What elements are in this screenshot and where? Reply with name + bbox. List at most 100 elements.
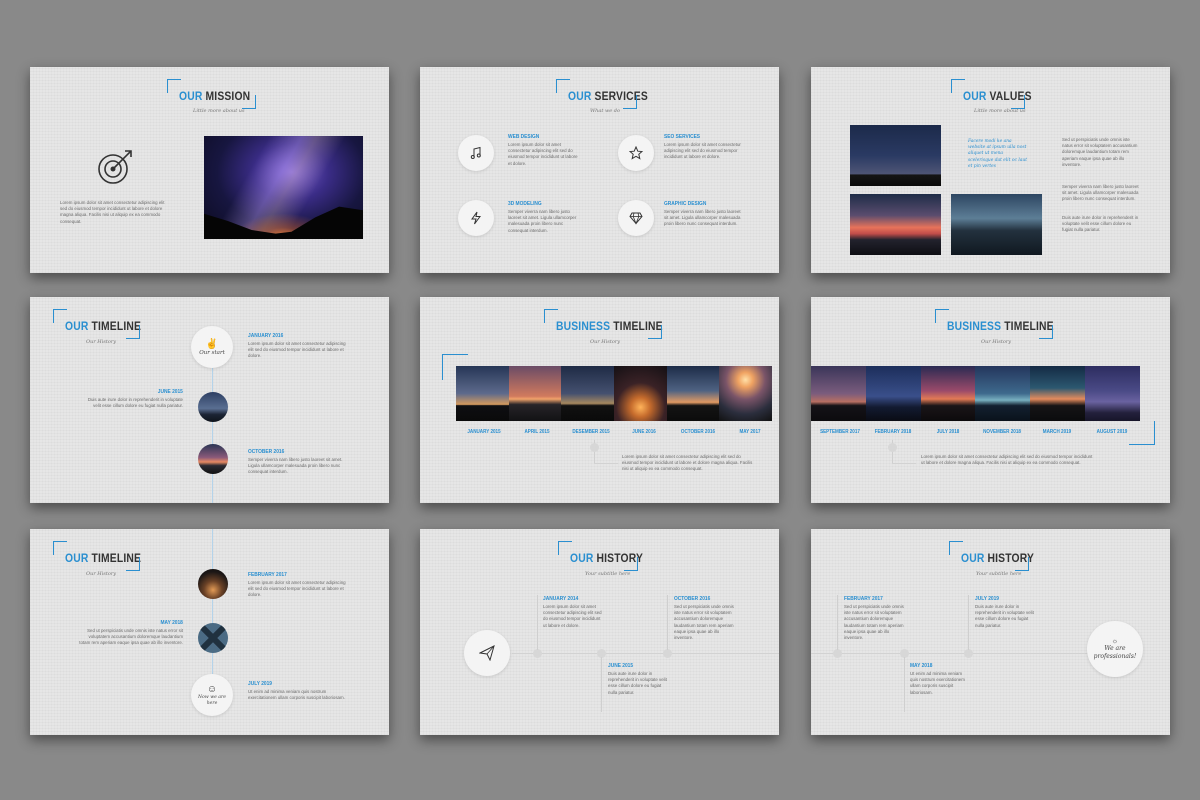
- timeline-text: Duis aute irure dolor in reprehenderit i…: [975, 604, 1034, 628]
- timeline-date: JANUARY 2015: [467, 429, 501, 435]
- connector-line: [837, 595, 838, 650]
- timeline-dot: [833, 649, 842, 658]
- timeline-text: Sed ut perspiciatis unde omnis iste natu…: [674, 604, 734, 641]
- service-text: Lorem ipsum dolor sit amet consectetur a…: [664, 142, 741, 160]
- timeline-line: [212, 367, 213, 503]
- title-bracket-bottom: [126, 325, 140, 339]
- timeline-date: MAY 2017: [739, 429, 761, 435]
- mission-text: Lorem ipsum dolor sit amet consectetur a…: [60, 200, 165, 224]
- title-bracket-bottom: [242, 95, 256, 109]
- slide-our-services[interactable]: OUR SERVICES What we do WEB DESIGN Lorem…: [420, 67, 779, 273]
- star-icon: [629, 146, 643, 160]
- pier-sunset-photo: [850, 194, 941, 255]
- connector-line: [667, 595, 668, 650]
- strip-photo: [456, 366, 509, 421]
- strip-photo: [811, 366, 866, 421]
- timeline-date: JANUARY 2014: [543, 596, 579, 602]
- service-text: Semper viverra nam libero justo laoreet …: [664, 209, 741, 227]
- timeline-date: DESEMBER 2015: [572, 429, 610, 435]
- title-bracket-bottom: [126, 557, 140, 571]
- timeline-date: OCTOBER 2016: [680, 429, 716, 435]
- timeline-text: Lorem ipsum dolor sit amet consectetur a…: [921, 454, 1093, 466]
- timeline-date: MAY 2018: [910, 663, 933, 669]
- service-circle-seo[interactable]: [618, 135, 654, 171]
- paper-plane-circle: [464, 630, 510, 676]
- timeline-photo-road: [198, 623, 228, 653]
- photo-strip: [456, 366, 773, 421]
- slide-subtitle: Our History: [86, 339, 117, 345]
- timeline-photo-person: [198, 569, 228, 599]
- timeline-date: JUNE 2016: [632, 429, 656, 435]
- timeline-dot: [888, 443, 897, 452]
- timeline-text: Sed ut perspiciatis unde omnis iste natu…: [844, 604, 904, 641]
- timeline-date: APRIL 2015: [524, 429, 550, 435]
- connector-line: [968, 595, 969, 650]
- title-bracket-bottom: [1015, 557, 1029, 571]
- timeline-text: Semper viverra nam libero justo laoreet …: [248, 457, 343, 475]
- service-circle-web-design[interactable]: [458, 135, 494, 171]
- connector-line: [892, 463, 916, 464]
- connector-line: [601, 657, 602, 712]
- service-circle-3d-modeling[interactable]: [458, 200, 494, 236]
- music-note-icon: [470, 146, 481, 159]
- timeline-text: Ut enim ad minima veniam quis nostrum ex…: [910, 671, 965, 695]
- timeline-dot: [533, 649, 542, 658]
- service-text: Lorem ipsum dolor sit amet consectetur a…: [508, 142, 578, 166]
- history-line: [811, 653, 1089, 654]
- slide-title: BUSINESS TIMELINE: [556, 319, 663, 333]
- timeline-date: MAY 2018: [160, 620, 183, 626]
- timeline-date: FEBRUARY 2017: [844, 596, 883, 602]
- timeline-date: JUNE 2015: [608, 663, 634, 669]
- smile-icon: ☺: [206, 683, 218, 695]
- slide-our-timeline-2[interactable]: OUR TIMELINE Our History FEBRUARY 2017 L…: [30, 529, 389, 735]
- slide-subtitle: Your subtitle here: [976, 571, 1022, 577]
- timeline-text: Lorem ipsum dolor sit amet consectetur a…: [622, 454, 753, 472]
- timeline-dot: [964, 649, 973, 658]
- strip-photo: [865, 366, 921, 421]
- slide-subtitle: Our History: [590, 339, 621, 345]
- timeline-text: Lorem ipsum dolor sit amet consectetur a…: [248, 341, 346, 359]
- title-bracket-bottom: [623, 95, 637, 109]
- slide-subtitle: Little more about us: [974, 108, 1026, 114]
- slide-title: OUR MISSION: [179, 89, 251, 103]
- slide-title: BUSINESS TIMELINE: [947, 319, 1054, 333]
- timeline-date: SEPTEMBER 2017: [820, 429, 860, 435]
- slide-our-timeline-1[interactable]: OUR TIMELINE Our History ✌ Our start JAN…: [30, 297, 389, 503]
- peace-hand-icon: ✌: [205, 338, 219, 350]
- values-text-1: Sed ut perspiciatis unde omnis iste natu…: [1062, 137, 1138, 167]
- strip-photo: [719, 366, 773, 421]
- timeline-text: Duis aute irure dolor in reprehenderit i…: [87, 397, 183, 409]
- timeline-photo-lighthouse: [198, 392, 228, 422]
- milky-way-photo: [204, 136, 363, 239]
- service-label: WEB DESIGN: [508, 134, 540, 140]
- service-label: GRAPHIC DESIGN: [664, 201, 707, 207]
- strip-photo: [1030, 366, 1086, 421]
- slide-subtitle: What we do: [590, 108, 620, 114]
- slide-our-history-1[interactable]: OUR HISTORY Your subtitle here JANUARY 2…: [420, 529, 779, 735]
- service-circle-graphic-design[interactable]: [618, 200, 654, 236]
- connector-line: [904, 657, 905, 712]
- photo-strip: [811, 366, 1140, 421]
- slide-business-timeline-1[interactable]: BUSINESS TIMELINE Our History JANUARY 20…: [420, 297, 779, 503]
- target-icon: [95, 145, 139, 189]
- professionals-badge: ☼ We are professionals!: [1087, 621, 1143, 677]
- timeline-dot: [663, 649, 672, 658]
- slide-our-mission[interactable]: OUR MISSION Little more about us Lorem i…: [30, 67, 389, 273]
- strip-bracket: [1129, 421, 1155, 445]
- timeline-text: Lorem ipsum dolor sit amet consectetur a…: [543, 604, 602, 628]
- service-text: Semper viverra nam libero justo laoreet …: [508, 209, 577, 233]
- strip-photo: [614, 366, 667, 421]
- strip-photo: [920, 366, 976, 421]
- title-bracket-bottom: [624, 557, 638, 571]
- values-text-3: Duis aute irure dolor in reprehenderit i…: [1062, 215, 1139, 233]
- connector-line: [594, 463, 618, 464]
- timeline-date: JULY 2019: [975, 596, 1000, 602]
- slide-business-timeline-2[interactable]: BUSINESS TIMELINE Our History SEPTEMBER …: [811, 297, 1170, 503]
- timeline-line: [212, 529, 213, 681]
- title-bracket-bottom: [648, 325, 662, 339]
- slide-our-values[interactable]: OUR VALUES Little more about us Facere m…: [811, 67, 1170, 273]
- service-label: SEO SERVICES: [664, 134, 701, 140]
- slide-our-history-2[interactable]: OUR HISTORY Your subtitle here FEBRUARY …: [811, 529, 1170, 735]
- timeline-date: FEBRUARY 2017: [248, 572, 287, 578]
- history-line: [512, 653, 779, 654]
